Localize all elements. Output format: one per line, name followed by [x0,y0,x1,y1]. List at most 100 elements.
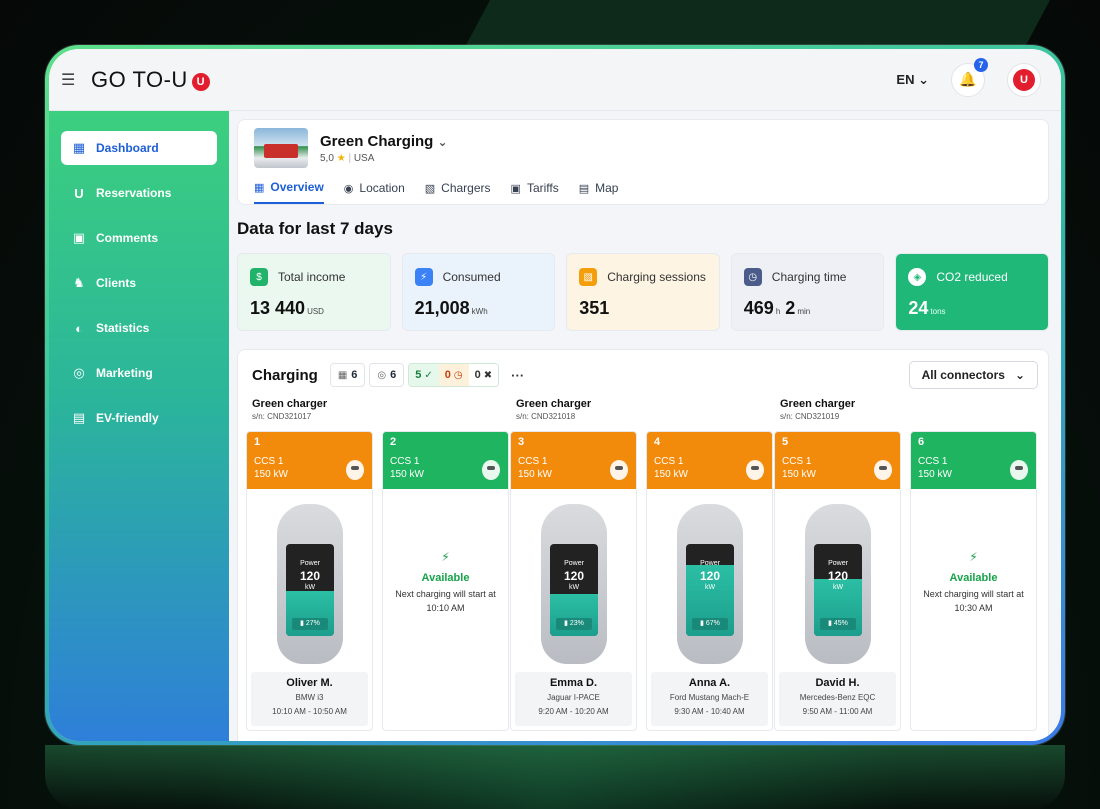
connector-card-3[interactable]: 3 CCS 1 150 kW Power 120 kW ▮ 23% Emma D. Jaguar… [510,431,637,731]
connectors-count-chip[interactable]: ◎ 6 [369,363,405,387]
top-bar: ☰ GO TO-U U EN ⌄ 🔔 7 U [49,49,1061,111]
station-selector[interactable]: Green Charging ⌄ [320,133,448,150]
session-time: 9:20 AM - 10:20 AM [538,707,609,716]
sidebar-item-dashboard[interactable]: ▦ Dashboard [61,131,217,165]
sidebar-item-label: Reservations [96,186,172,200]
comments-icon: ▣ [72,230,86,245]
car-graphic: Power 120 kW ▮ 67% [677,504,743,664]
tab-location[interactable]: ◉ Location [344,180,405,204]
location-icon: ◉ [343,182,354,195]
leaf-icon: ◈ [908,268,927,286]
charger-serial: s/n: CND321019 [780,412,840,421]
station-rating: 5,0 [320,152,334,164]
stat-label: Charging sessions [607,270,706,284]
car-power-display: Power 120 kW ▮ 23% [550,544,598,636]
stat-card-charging-sessions: ▧ Charging sessions 351 [566,253,720,331]
driver-car: Ford Mustang Mach-E [669,693,750,702]
connectors-filter[interactable]: All connectors ⌄ [908,361,1038,389]
tab-map[interactable]: ▤ Map [579,180,619,204]
sidebar-item-statistics[interactable]: ◐ Statistics [61,311,217,345]
driver-car: Mercedes-Benz EQC [799,693,876,702]
clock-circle-icon: ◷ [453,369,463,381]
tab-label: Overview [270,180,324,194]
plug-icon [482,460,500,480]
clients-icon: ♞ [73,275,85,290]
connector-card-5[interactable]: 5 CCS 1 150 kW Power 120 kW ▮ 45% David H. Merce… [774,431,901,731]
tab-overview[interactable]: ▦ Overview [254,180,324,204]
language-selector[interactable]: EN ⌄ [896,72,929,88]
connector-icon: ◎ [377,369,387,381]
menu-icon[interactable]: ☰ [61,70,79,90]
plug-icon [346,460,364,480]
car-graphic: Power 120 kW ▮ 45% [805,504,871,664]
available-chip[interactable]: 5 ✓ [409,364,439,386]
driver-name: David H. [815,677,860,689]
connectors-filter-label: All connectors [921,368,1005,382]
avatar-badge-icon: U [1013,68,1035,91]
connector-card-4[interactable]: 4 CCS 1 150 kW Power 120 kW ▮ 67% Anna A. Ford M… [646,431,773,731]
logo-badge-icon: U [191,72,210,91]
charging-station-icon: ⚡ [969,550,978,564]
next-charging-text: Next charging will start at 10:30 AM [923,589,1024,613]
stat-unit: kWh [471,307,488,316]
sidebar-item-comments[interactable]: ▣ Comments [61,221,217,255]
power-value: 120 [699,569,721,583]
connector-number: 6 [918,436,925,448]
avatar[interactable]: U [1007,62,1041,97]
sidebar-item-label: EV-friendly [96,411,159,425]
busy-chip[interactable]: 0 ◷ [438,364,469,386]
car-power-display: Power 120 kW ▮ 45% [814,544,862,636]
logo[interactable]: GO TO-U U [91,67,210,93]
stat-label: Consumed [442,270,501,284]
connectors-count: 6 [390,369,397,381]
status-chip-group: 5 ✓ 0 ◷ 0 ✖ [408,363,500,387]
stat-value: 351 [579,298,610,318]
driver-name: Oliver M. [286,677,333,689]
chevron-down-icon: ⌄ [918,71,929,87]
session-time: 9:30 AM - 10:40 AM [674,707,745,716]
battery-icon: ▮ [300,620,304,627]
charger-serial: s/n: CND321018 [516,412,576,421]
available-count: 5 [415,369,422,381]
stat-unit: tons [930,307,946,316]
dashboard-icon: ▦ [72,140,86,155]
sessions-icon: ▧ [579,268,598,286]
battery-level: ▮ 45% [820,618,856,630]
tab-tariffs[interactable]: ▣ Tariffs [511,180,559,204]
next-charging-text: Next charging will start at 10:10 AM [395,589,496,613]
more-options-icon[interactable]: ··· [511,368,524,383]
station-name: Green Charging [320,132,434,150]
charging-title: Charging [252,366,318,384]
charger-name: Green charger [252,398,328,410]
sidebar-item-marketing[interactable]: ◎ Marketing [61,356,217,390]
connector-number: 4 [654,436,661,448]
plug-icon [610,460,628,480]
stat-label: Total income [278,270,346,284]
sidebar: ▦ Dashboard U Reservations ▣ Comments ♞ Clients… [49,111,229,741]
connector-card-6[interactable]: 6 CCS 1 150 kW ⚡ Available Next charging will… [910,431,1037,731]
battery-percent: 45% [833,620,848,627]
station-tabs: ▦ Overview ◉ Location ▧ Chargers ▣ Tariffs ▤ Map [254,180,1032,204]
notifications-button[interactable]: 🔔 7 [951,57,988,97]
stat-label: Charging time [771,270,847,284]
connector-card-1[interactable]: 1 CCS 1 150 kW Power 120 kW ▮ 27% Oliver M. BMW … [246,431,373,731]
connector-number: 3 [518,436,525,448]
stat-card-total-income: $ Total income 13 440 USD [237,253,391,331]
availability-status: Available [421,572,470,584]
car-graphic: Power 120 kW ▮ 27% [277,504,343,664]
connector-number: 1 [254,436,261,448]
sidebar-item-clients[interactable]: ♞ Clients [61,266,217,300]
chargers-icon: ▧ [424,182,436,195]
sidebar-item-reservations[interactable]: U Reservations [61,176,217,210]
driver-info: Emma D. Jaguar I-PACE 9:20 AM - 10:20 AM [515,672,632,726]
faulty-chip[interactable]: 0 ✖ [468,364,499,386]
tab-chargers[interactable]: ▧ Chargers [425,180,491,204]
overview-icon: ▦ [254,181,265,194]
stat-card-consumed: ⚡ Consumed 21,008 kWh [401,253,556,331]
chargers-grid: Green charger s/n: CND321017 1 CCS 1 150 kW P… [246,398,1038,731]
notification-count: 7 [974,57,988,72]
connector-card-2[interactable]: 2 CCS 1 150 kW ⚡ Available Next charging will… [382,431,509,731]
sidebar-item-ev-friendly[interactable]: ▤ EV-friendly [61,401,217,435]
chargers-count-chip[interactable]: ▦ 6 [329,363,366,387]
station-country: USA [353,152,375,164]
